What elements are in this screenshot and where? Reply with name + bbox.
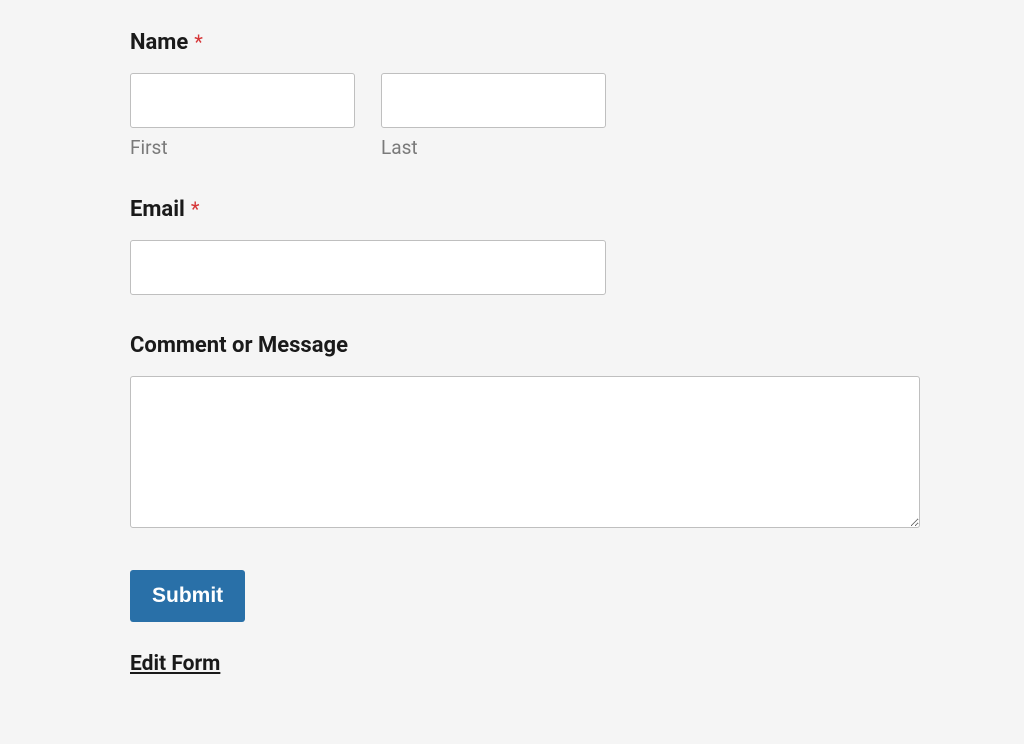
email-field-group: Email *	[130, 197, 894, 295]
last-name-input[interactable]	[381, 73, 606, 128]
required-asterisk: *	[191, 197, 200, 221]
contact-form: Name * First Last Email * Comment or Mes…	[130, 30, 894, 676]
name-label: Name	[130, 30, 188, 55]
first-name-input[interactable]	[130, 73, 355, 128]
submit-button[interactable]: Submit	[130, 570, 245, 622]
email-input[interactable]	[130, 240, 606, 295]
name-field-group: Name * First Last	[130, 30, 894, 159]
first-name-col: First	[130, 73, 355, 159]
first-name-sublabel: First	[130, 136, 355, 159]
last-name-col: Last	[381, 73, 606, 159]
comment-field-group: Comment or Message	[130, 333, 894, 532]
required-asterisk: *	[194, 30, 203, 54]
comment-textarea[interactable]	[130, 376, 920, 528]
last-name-sublabel: Last	[381, 136, 606, 159]
comment-label: Comment or Message	[130, 333, 348, 358]
name-input-row: First Last	[130, 73, 894, 159]
email-label: Email	[130, 197, 185, 222]
edit-form-link[interactable]: Edit Form	[130, 652, 220, 676]
